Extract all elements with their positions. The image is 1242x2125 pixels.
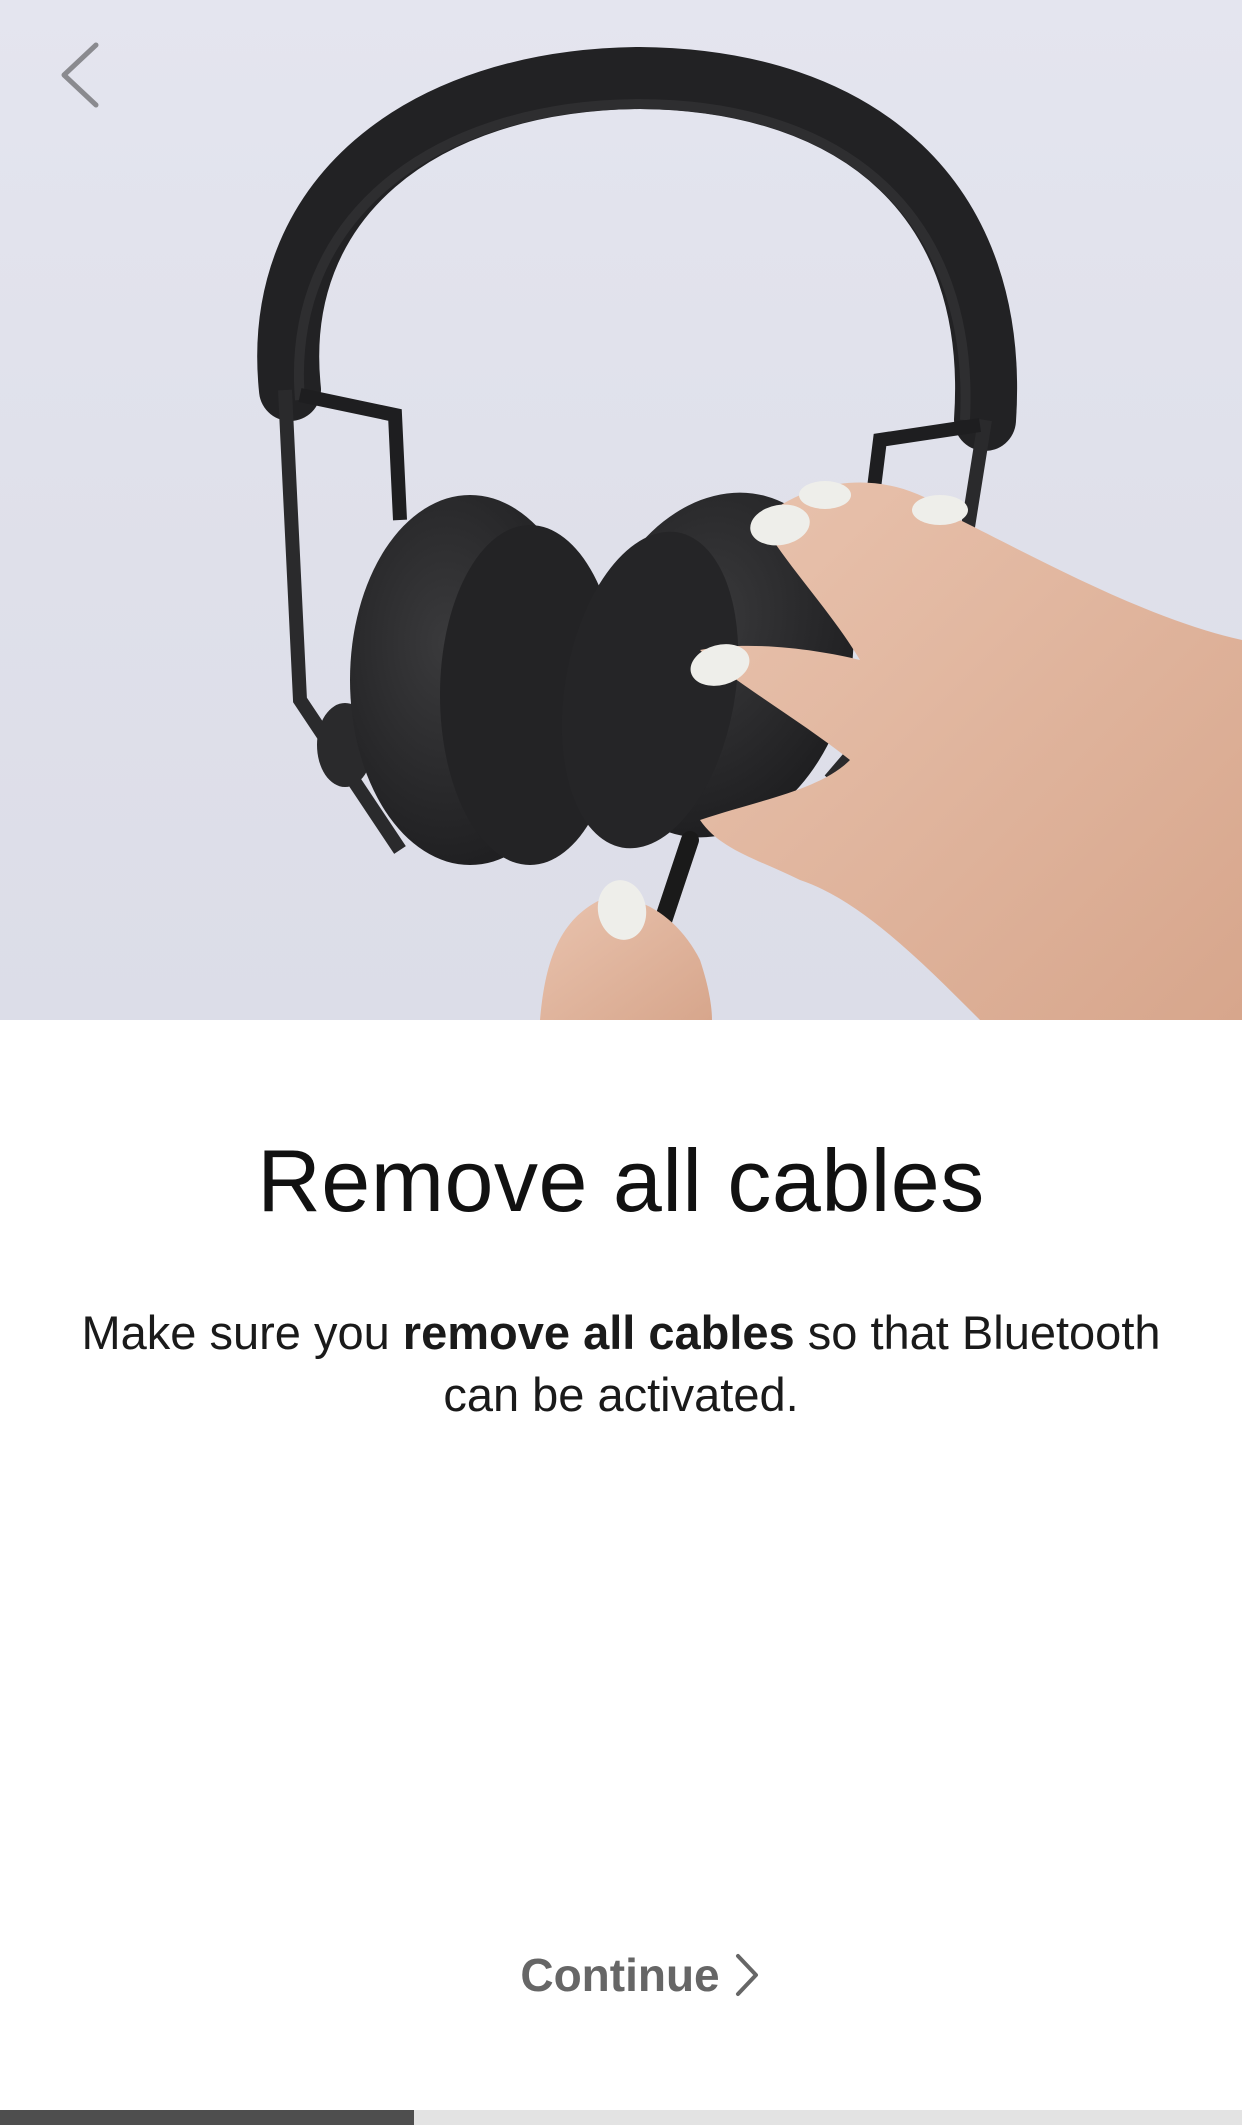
page-title: Remove all cables <box>257 1131 985 1230</box>
hero-image <box>0 0 1242 1020</box>
description-prefix: Make sure you <box>81 1306 403 1359</box>
back-button[interactable] <box>40 30 120 120</box>
chevron-left-icon <box>61 42 99 108</box>
progress-fill <box>0 2110 414 2125</box>
instruction-text: Make sure you remove all cables so that … <box>60 1302 1182 1426</box>
progress-bar <box>0 2110 1242 2125</box>
description-bold: remove all cables <box>402 1306 795 1359</box>
continue-label: Continue <box>520 1949 720 2001</box>
continue-button[interactable]: Continue <box>500 1940 780 2010</box>
chevron-right-icon <box>735 1954 758 1996</box>
headphones-photo <box>257 46 1242 1020</box>
